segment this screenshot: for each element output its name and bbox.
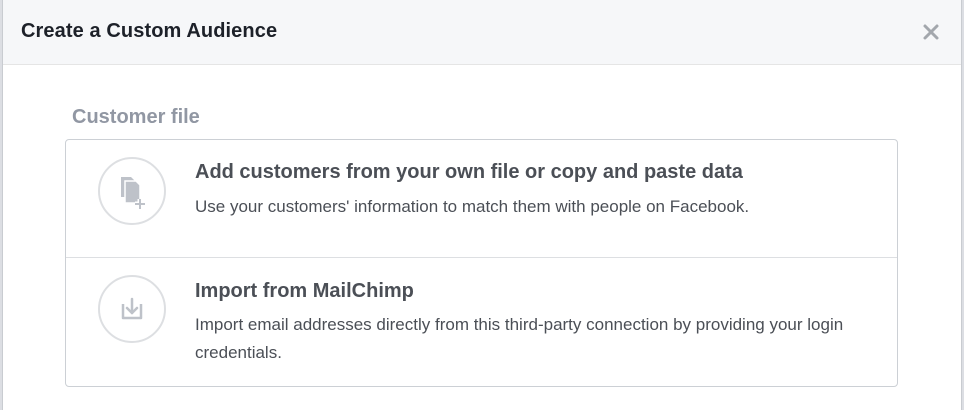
close-icon xyxy=(923,24,939,40)
option-title: Import from MailChimp xyxy=(195,280,414,302)
option-icon-circle xyxy=(98,157,166,225)
create-custom-audience-dialog: Create a Custom Audience Customer file A… xyxy=(2,0,962,410)
section-title-customer-file: Customer file xyxy=(72,106,200,128)
option-add-customers-from-file[interactable]: Add customers from your own file or copy… xyxy=(66,140,897,258)
option-description: Import email addresses directly from thi… xyxy=(195,315,844,362)
option-title: Add customers from your own file or copy… xyxy=(195,161,743,183)
dialog-title: Create a Custom Audience xyxy=(21,20,278,42)
import-arrow-icon xyxy=(121,297,143,320)
document-add-icon xyxy=(121,177,145,209)
option-description: Use your customers' information to match… xyxy=(195,197,750,216)
option-icon-circle xyxy=(98,275,166,343)
close-button[interactable] xyxy=(919,20,943,44)
dialog-header: Create a Custom Audience xyxy=(3,0,961,65)
option-import-mailchimp[interactable]: Import from MailChimp Import email addre… xyxy=(66,258,897,386)
customer-file-options: Add customers from your own file or copy… xyxy=(65,139,898,387)
